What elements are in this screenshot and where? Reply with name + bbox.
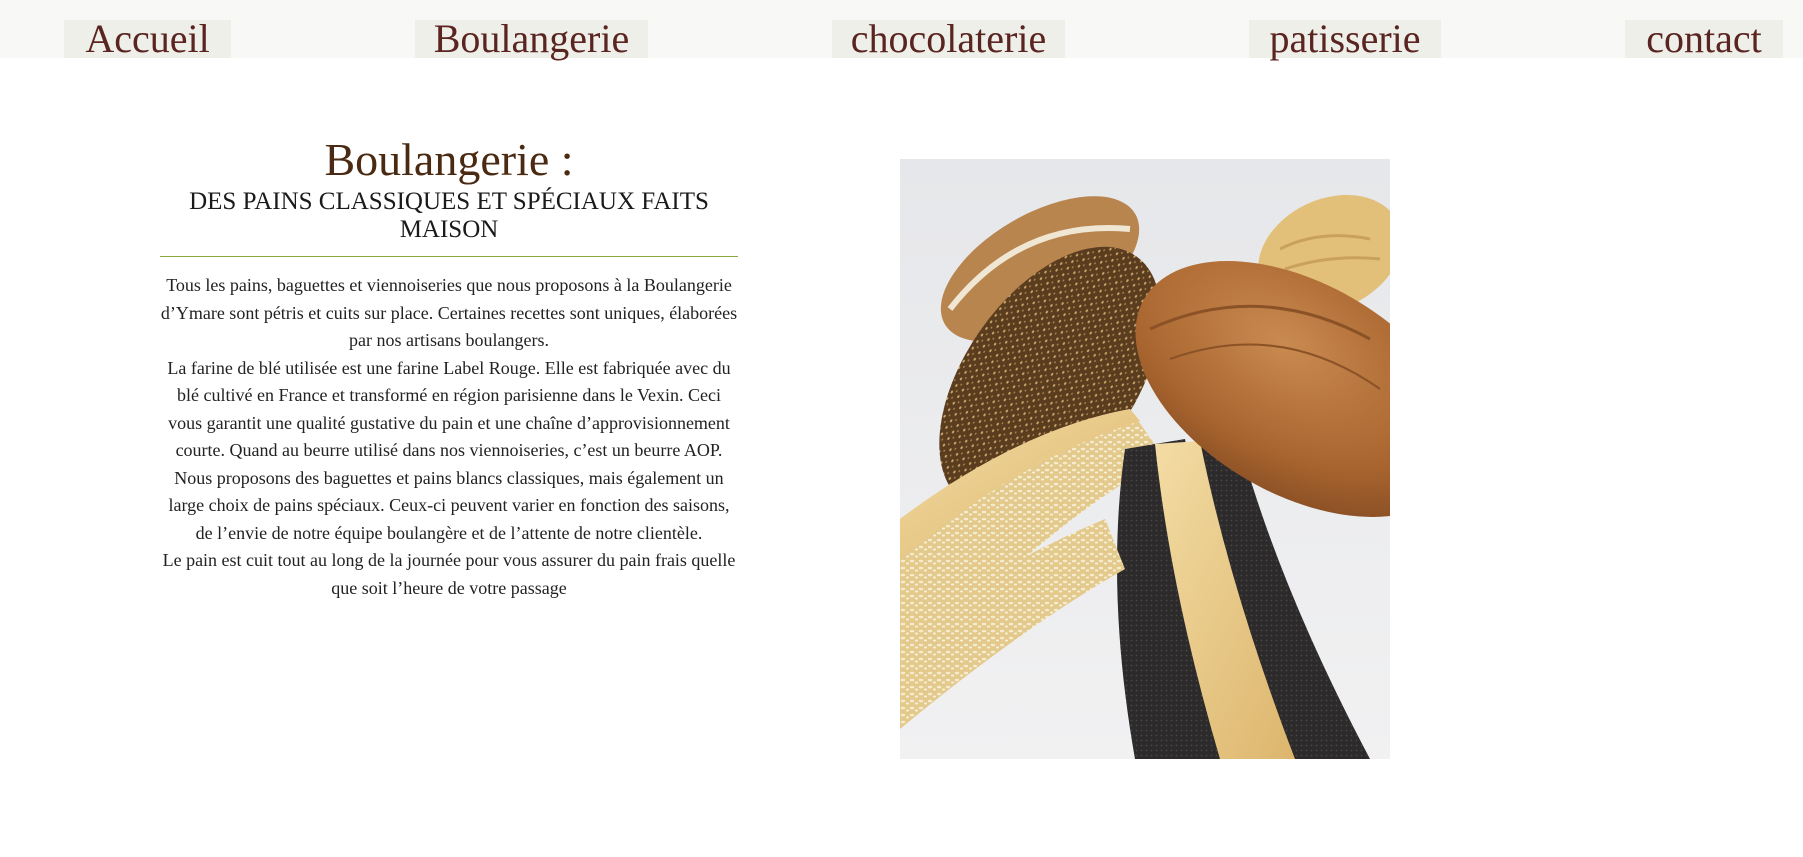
paragraph: La farine de blé utilisée est une farine… bbox=[167, 357, 731, 461]
bread-photo bbox=[900, 159, 1390, 759]
paragraph: Le pain est cuit tout au long de la jour… bbox=[162, 550, 736, 598]
nav-item-patisserie[interactable]: patisserie bbox=[1249, 19, 1441, 59]
top-navigation: Accueil Boulangerie chocolaterie patisse… bbox=[0, 0, 1803, 59]
paragraph: Nous proposons des baguettes et pains bl… bbox=[168, 467, 730, 543]
nav-item-boulangerie[interactable]: Boulangerie bbox=[415, 19, 648, 59]
nav-item-chocolaterie[interactable]: chocolaterie bbox=[832, 19, 1065, 59]
page-title: Boulangerie : bbox=[324, 134, 574, 185]
nav-item-contact[interactable]: contact bbox=[1625, 19, 1783, 59]
description-text: Tous les pains, baguettes et viennoiseri… bbox=[160, 272, 738, 602]
boulangerie-section: Boulangerie : DES PAINS CLASSIQUES ET SP… bbox=[160, 134, 738, 602]
divider bbox=[160, 256, 738, 257]
nav-item-accueil[interactable]: Accueil bbox=[64, 19, 231, 59]
paragraph: Tous les pains, baguettes et viennoiseri… bbox=[160, 275, 738, 350]
page-subtitle: DES PAINS CLASSIQUES ET SPÉCIAUX FAITS M… bbox=[189, 188, 709, 243]
